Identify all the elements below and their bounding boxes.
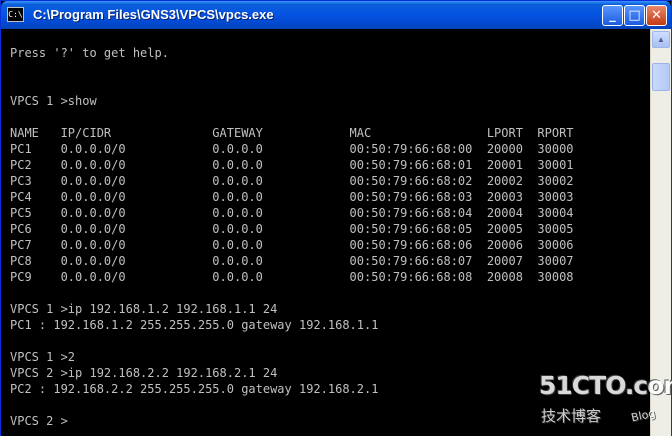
console-line: PC1 : 192.168.1.2 255.255.255.0 gateway … [10,318,379,332]
console-line: Press '?' to get help. [10,46,169,60]
console-line: PC5 0.0.0.0/0 0.0.0.0 00:50:79:66:68:04 … [10,206,574,220]
watermark-site: 51CTO.com [539,371,672,400]
console-line: NAME IP/CIDR GATEWAY MAC LPORT RPORT [10,126,574,140]
watermark-logo: 51CTO.com 技术博客 Blog [539,371,672,435]
console-line: VPCS 1 >ip 192.168.1.2 192.168.1.1 24 [10,302,278,316]
console-line: PC6 0.0.0.0/0 0.0.0.0 00:50:79:66:68:05 … [10,222,574,236]
console-line: PC4 0.0.0.0/0 0.0.0.0 00:50:79:66:68:03 … [10,190,574,204]
window-title: C:\Program Files\GNS3\VPCS\vpcs.exe [33,7,274,22]
console-line: VPCS 1 >2 [10,350,76,364]
console-app-icon[interactable]: C:\ [7,7,24,22]
console-line: PC7 0.0.0.0/0 0.0.0.0 00:50:79:66:68:06 … [10,238,574,252]
close-button[interactable]: ✕ [646,5,667,26]
console-line: PC1 0.0.0.0/0 0.0.0.0 00:50:79:66:68:00 … [10,142,574,156]
console-line: PC9 0.0.0.0/0 0.0.0.0 00:50:79:66:68:08 … [10,270,574,284]
console-line: PC2 : 192.168.2.2 255.255.255.0 gateway … [10,382,379,396]
console-window: C:\ C:\Program Files\GNS3\VPCS\vpcs.exe … [0,0,672,436]
maximize-button[interactable]: □ [624,5,645,26]
console-line: PC3 0.0.0.0/0 0.0.0.0 00:50:79:66:68:02 … [10,174,574,188]
scrollbar-thumb[interactable] [652,63,670,91]
watermark-blog: Blog [629,406,657,425]
title-bar[interactable]: C:\ C:\Program Files\GNS3\VPCS\vpcs.exe … [1,1,671,29]
watermark-subtitle: 技术博客 [541,407,602,425]
console-line: PC8 0.0.0.0/0 0.0.0.0 00:50:79:66:68:07 … [10,254,574,268]
console-line: VPCS 2 > [10,414,68,428]
scroll-up-arrow-icon[interactable]: ▲ [652,31,670,48]
minimize-button[interactable]: _ [602,5,623,26]
console-line: PC2 0.0.0.0/0 0.0.0.0 00:50:79:66:68:01 … [10,158,574,172]
console-line: VPCS 2 >ip 192.168.2.2 192.168.2.1 24 [10,366,278,380]
console-line: VPCS 1 >show [10,94,97,108]
